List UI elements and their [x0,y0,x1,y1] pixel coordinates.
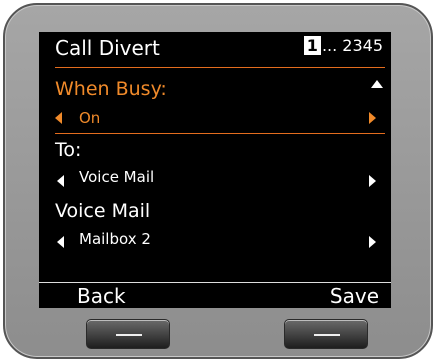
key-bar-icon [314,334,340,336]
arrow-left-icon[interactable] [57,236,64,248]
setting-value-voice-mail[interactable]: Mailbox 2 [79,230,151,248]
softkey-divider [39,282,391,283]
setting-value-when-busy[interactable]: On [79,109,100,127]
arrow-left-icon[interactable] [57,175,64,187]
setting-label-voice-mail: Voice Mail [55,200,151,222]
arrow-right-icon[interactable] [369,112,376,124]
right-softkey-button[interactable] [284,319,368,349]
phone-display: Call Divert 1... 2345 When Busy: On To: … [39,32,391,308]
arrow-right-icon[interactable] [369,175,376,187]
selection-bottom-rule [55,133,385,134]
key-bar-icon [116,334,142,336]
page-title: Call Divert [55,36,160,60]
arrow-left-icon[interactable] [55,112,62,124]
setting-value-to[interactable]: Voice Mail [79,168,154,186]
softkey-back-label[interactable]: Back [77,284,126,308]
scroll-up-icon[interactable] [371,80,383,88]
phone-device: Call Divert 1... 2345 When Busy: On To: … [3,3,433,359]
left-softkey-button[interactable] [86,319,170,349]
softkey-save-label[interactable]: Save [330,284,379,308]
page-indicator: 1... 2345 [303,36,383,55]
pager-current: 1 [303,36,321,55]
selection-top-rule [55,67,385,68]
setting-label-when-busy: When Busy: [55,78,167,100]
arrow-right-icon[interactable] [369,236,376,248]
setting-label-to: To: [55,139,82,161]
pager-rest: ... 2345 [321,36,383,55]
